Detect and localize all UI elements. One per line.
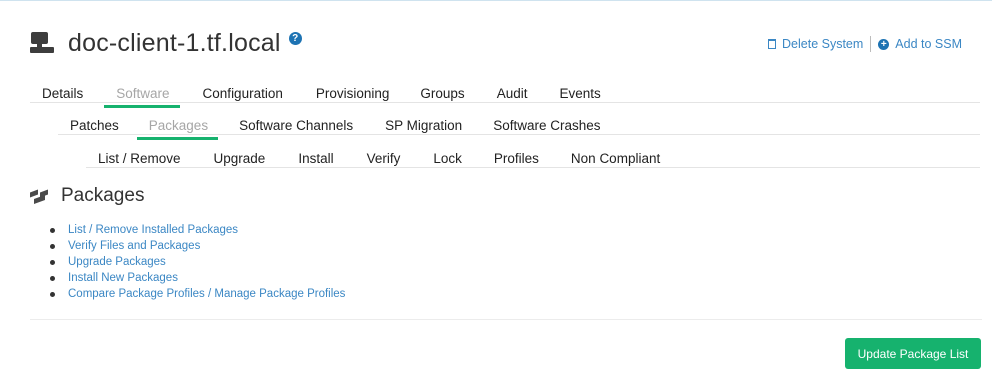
trash-icon (768, 39, 777, 49)
bullet (50, 291, 55, 297)
list-item: Upgrade Packages (50, 254, 345, 270)
delete-system-link[interactable]: Delete System (768, 37, 863, 51)
package-links: List / Remove Installed Packages Verify … (50, 222, 345, 302)
tab-install[interactable]: Install (298, 151, 333, 166)
compare-profiles-link[interactable]: Compare Package Profiles / Manage Packag… (68, 286, 345, 302)
tab-provisioning[interactable]: Provisioning (316, 86, 390, 101)
page-title: doc-client-1.tf.local (68, 28, 281, 57)
tab-patches[interactable]: Patches (70, 118, 119, 133)
tab-upgrade[interactable]: Upgrade (214, 151, 266, 166)
tab-profiles[interactable]: Profiles (494, 151, 539, 166)
list-remove-installed-link[interactable]: List / Remove Installed Packages (68, 222, 238, 238)
tab-groups[interactable]: Groups (420, 86, 464, 101)
tab-configuration[interactable]: Configuration (203, 86, 283, 101)
tertiary-tabs: List / Remove Upgrade Install Verify Loc… (98, 146, 660, 166)
tab-events[interactable]: Events (559, 86, 600, 101)
section-header: Packages (30, 185, 144, 207)
help-icon[interactable]: ? (288, 31, 302, 45)
primary-tabs: Details Software Configuration Provision… (42, 81, 601, 108)
tab-list-remove[interactable]: List / Remove (98, 151, 181, 166)
list-item: List / Remove Installed Packages (50, 222, 345, 238)
section-divider (30, 319, 982, 320)
list-item: Verify Files and Packages (50, 238, 345, 254)
bullet (50, 227, 55, 233)
plus-circle-icon: + (878, 38, 890, 50)
top-border (0, 0, 992, 1)
list-item: Install New Packages (50, 270, 345, 286)
cubes-icon (30, 189, 49, 205)
page-header: doc-client-1.tf.local ? (30, 26, 302, 60)
tab-audit[interactable]: Audit (497, 86, 528, 101)
install-new-packages-link[interactable]: Install New Packages (68, 270, 178, 286)
bullet (50, 259, 55, 265)
tab-details[interactable]: Details (42, 86, 83, 101)
update-package-list-button[interactable]: Update Package List (845, 338, 981, 369)
tab-software-channels[interactable]: Software Channels (239, 118, 353, 133)
tab-packages[interactable]: Packages (136, 118, 219, 140)
list-item: Compare Package Profiles / Manage Packag… (50, 286, 345, 302)
verify-files-link[interactable]: Verify Files and Packages (68, 238, 200, 254)
add-to-ssm-link[interactable]: + Add to SSM (878, 37, 962, 51)
tertiary-tabs-divider (86, 167, 980, 168)
tab-non-compliant[interactable]: Non Compliant (571, 151, 660, 166)
primary-tabs-divider (30, 102, 980, 103)
tab-software[interactable]: Software (104, 86, 180, 108)
system-icon (30, 30, 56, 56)
bullet (50, 275, 55, 281)
delete-system-label: Delete System (782, 37, 864, 51)
add-to-ssm-label: Add to SSM (895, 37, 962, 51)
tab-verify[interactable]: Verify (367, 151, 401, 166)
upgrade-packages-link[interactable]: Upgrade Packages (68, 254, 166, 270)
secondary-tabs: Patches Packages Software Channels SP Mi… (70, 113, 601, 140)
bullet (50, 243, 55, 249)
section-title: Packages (61, 185, 145, 206)
divider (870, 36, 872, 52)
tab-software-crashes[interactable]: Software Crashes (493, 118, 600, 133)
secondary-tabs-divider (58, 134, 980, 135)
system-actions: Delete System + Add to SSM (768, 36, 962, 52)
tab-lock[interactable]: Lock (433, 151, 462, 166)
tab-sp-migration[interactable]: SP Migration (385, 118, 462, 133)
